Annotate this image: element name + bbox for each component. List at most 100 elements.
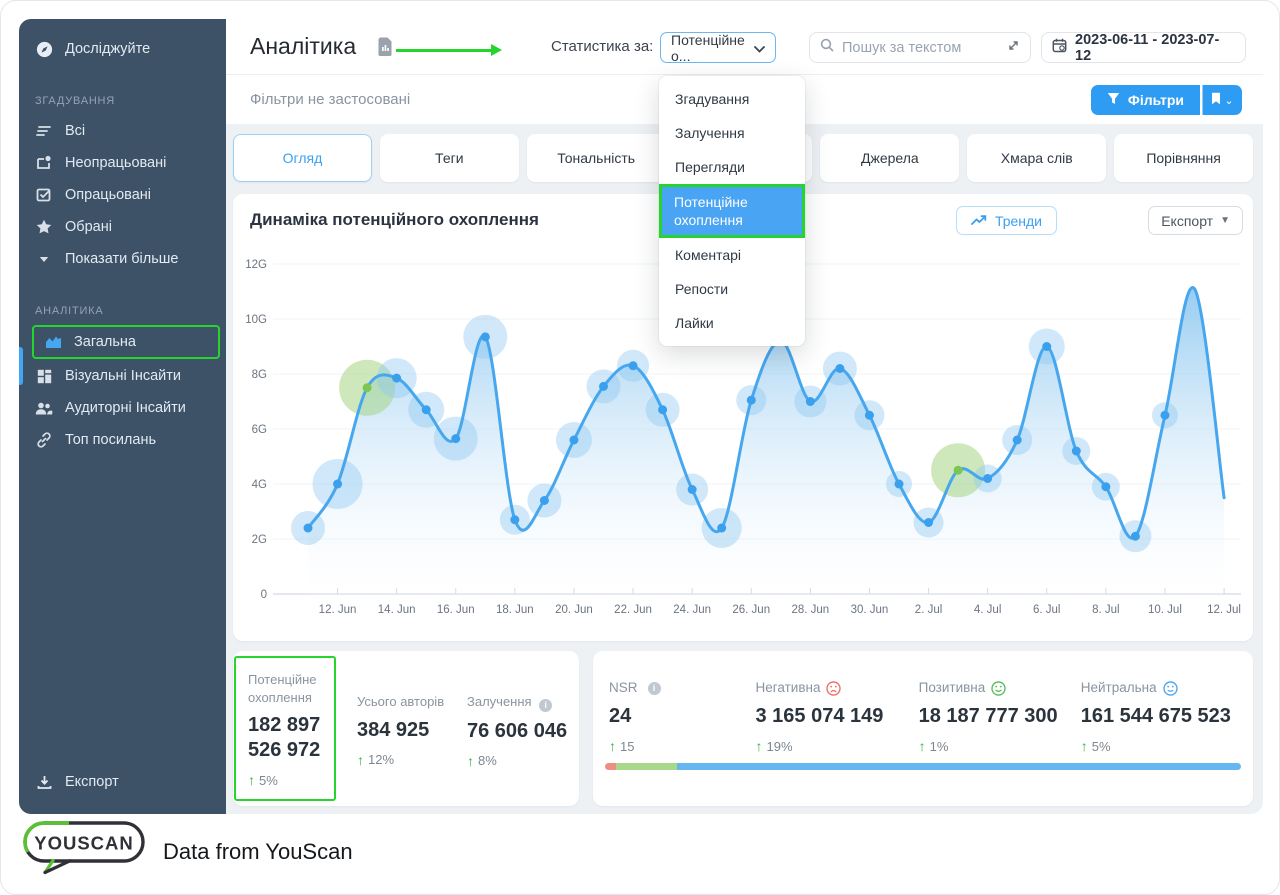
sentiment-bar-positive [616,763,678,770]
svg-text:2. Jul: 2. Jul [915,604,943,616]
svg-text:30. Jun: 30. Jun [851,604,889,616]
summary-stat: Залучення i76 606 046↑8% [467,693,571,769]
download-icon [35,773,53,791]
saved-filters-button[interactable]: ⌄ [1202,85,1242,115]
sentiment-stat-negative: Негативна 3 165 074 149↑19% [756,679,919,754]
sidebar-item-label: Експорт [65,774,119,790]
svg-text:12. Jul: 12. Jul [1207,604,1241,616]
lines-icon [35,122,53,140]
tab-7[interactable]: Порівняння [1114,134,1253,182]
date-range-picker[interactable]: 2023-06-11 - 2023-07-12 [1041,32,1246,63]
sidebar-item-label: Неопрацьовані [65,155,166,171]
up-arrow-icon: ↑ [467,753,474,769]
sidebar-item-label: Обрані [65,219,112,235]
svg-text:8G: 8G [252,369,267,381]
chart-title: Динаміка потенційного охоплення [250,210,539,230]
sidebar-item-0-3[interactable]: Обрані [19,211,226,243]
info-icon[interactable]: i [648,682,661,695]
trends-button[interactable]: Тренди [956,206,1057,235]
tab-6[interactable]: Хмара слів [967,134,1106,182]
svg-text:24. Jun: 24. Jun [673,604,711,616]
tab-2[interactable]: Теги [380,134,519,182]
sentiment-distribution-bar [605,763,1241,770]
chart-export-button[interactable]: Експорт ▼ [1148,206,1243,235]
stat-label: Нейтральна [1081,679,1237,697]
annotation-box [234,656,336,801]
dropdown-item[interactable]: Залучення [659,116,805,150]
sidebar-section-title: АНАЛІТИКА [35,305,210,317]
svg-text:6G: 6G [252,424,267,436]
info-icon[interactable]: i [539,699,552,712]
active-item-indicator [19,347,23,385]
grid-icon [35,367,53,385]
footer-caption: Data from YouScan [163,839,353,865]
bookmark-icon [1211,92,1221,108]
area-chart-icon [44,333,62,351]
caret-down-icon [35,250,53,268]
dropdown-item[interactable]: Перегляди [659,150,805,184]
sidebar-item-0-4[interactable]: Показати більше [19,243,226,275]
tab-5[interactable]: Джерела [820,134,959,182]
stat-label: Позитивна [919,679,1081,697]
dropdown-item-selected[interactable]: Потенційне охоплення [659,184,805,238]
dropdown-item[interactable]: Лайки [659,306,805,340]
stat-label: NSRi [609,679,756,697]
sidebar-item-1-0[interactable]: Загальна [34,327,218,357]
sidebar-item-1-2[interactable]: Аудиторні Інсайти [19,392,226,424]
stat-label: Негативна [756,679,919,697]
sidebar-item-1-3[interactable]: Топ посилань [19,424,226,456]
inbox-dot-icon [35,154,53,172]
svg-text:12. Jun: 12. Jun [319,604,357,616]
up-arrow-icon: ↑ [609,738,616,754]
app-frame: Досліджуйте ЗГАДУВАННЯВсіНеопрацьованіОп… [0,0,1280,895]
stat-value: 18 187 777 300 [919,704,1081,729]
sidebar-item-0-1[interactable]: Неопрацьовані [19,147,226,179]
stat-delta: ↑12% [357,752,461,768]
sidebar-item-0-0[interactable]: Всі [19,115,226,147]
svg-text:12G: 12G [245,259,267,271]
search-input[interactable]: Пошук за текстом [809,32,1031,63]
check-square-icon [35,186,53,204]
svg-text:6. Jul: 6. Jul [1033,604,1061,616]
sidebar-item-label: Візуальні Інсайти [65,368,181,384]
svg-text:20. Jun: 20. Jun [555,604,593,616]
stat-value: 3 165 074 149 [756,704,919,729]
svg-text:18. Jun: 18. Jun [496,604,534,616]
sidebar-item-export[interactable]: Експорт [19,766,226,798]
chart-export-label: Експорт [1161,213,1213,229]
caret-down-icon: ▼ [1220,215,1230,226]
annotation-arrow [396,49,492,52]
sidebar-item-1-1[interactable]: Візуальні Інсайти [19,360,226,392]
footer: YOUSCAN Data from YouScan [23,821,353,882]
sidebar-item-label: Загальна [74,334,136,350]
dropdown-item[interactable]: Згадування [659,82,805,116]
svg-text:10G: 10G [245,314,267,326]
chevron-down-icon: ⌄ [1224,94,1233,107]
svg-text:14. Jun: 14. Jun [378,604,416,616]
annotation-box: Загальна [32,325,220,359]
stats-for-label: Статистика за: [551,19,653,74]
up-arrow-icon: ↑ [357,752,364,768]
dropdown-item[interactable]: Коментарі [659,238,805,272]
sidebar: Досліджуйте ЗГАДУВАННЯВсіНеопрацьованіОп… [19,19,226,814]
report-document-icon[interactable] [378,37,393,61]
up-arrow-icon: ↑ [756,738,763,754]
sidebar-item-0-2[interactable]: Опрацьовані [19,179,226,211]
svg-text:0: 0 [261,589,267,601]
svg-text:8. Jul: 8. Jul [1092,604,1120,616]
statistic-type-select[interactable]: Потенційне о... [660,32,776,63]
dropdown-item[interactable]: Репости [659,272,805,306]
tab-1[interactable]: Огляд [233,134,372,182]
tab-3[interactable]: Тональність [527,134,666,182]
expand-icon[interactable] [1007,39,1020,57]
compass-icon [35,40,53,58]
neutral-face-icon [1163,681,1178,696]
sidebar-item-explore[interactable]: Досліджуйте [19,33,226,65]
calendar-icon [1052,38,1067,57]
funnel-icon [1107,92,1120,108]
filters-button[interactable]: Фільтри [1091,85,1200,115]
search-placeholder: Пошук за текстом [842,40,999,56]
svg-text:4G: 4G [252,479,267,491]
sidebar-item-label: Досліджуйте [65,41,150,57]
svg-text:2G: 2G [252,534,267,546]
